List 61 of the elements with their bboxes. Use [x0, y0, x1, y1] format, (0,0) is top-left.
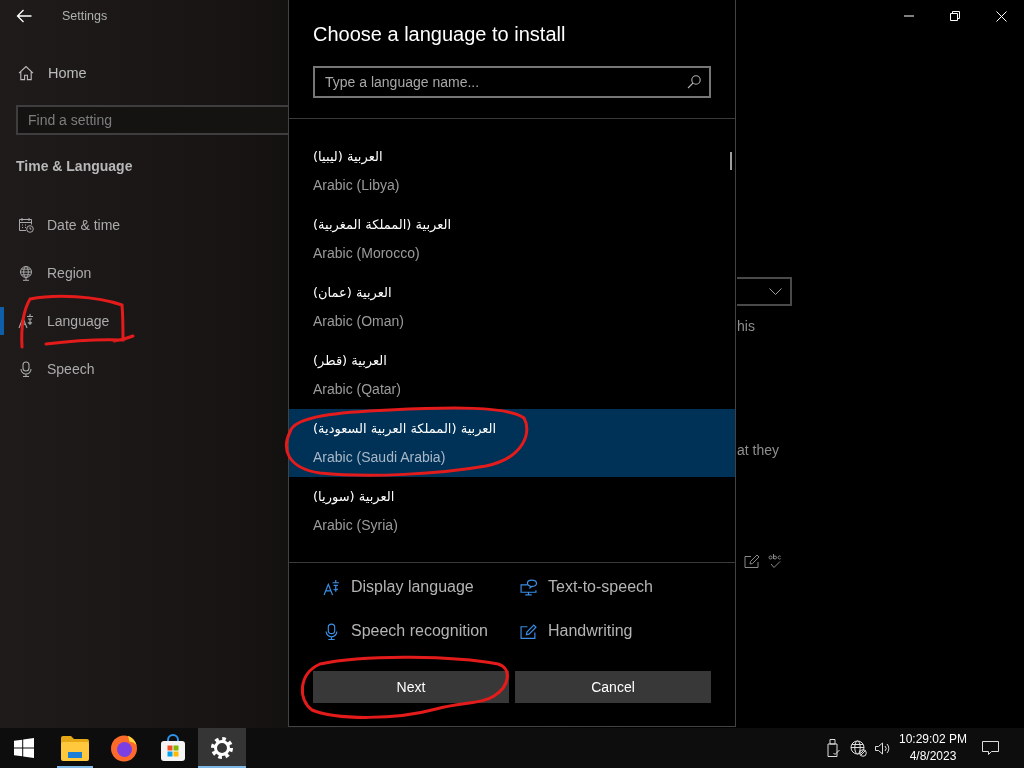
speaker-icon[interactable]	[875, 740, 890, 756]
monitor-speech-icon	[520, 578, 537, 596]
english-name: Arabic (Saudi Arabia)	[313, 448, 446, 467]
language-icon	[323, 578, 340, 596]
native-name: العربية (ليبيا)	[313, 148, 383, 167]
feature-label: Handwriting	[548, 622, 633, 640]
native-name: العربية (المملكة المغربية)	[313, 216, 452, 235]
restore-icon	[950, 11, 960, 21]
next-button[interactable]: Next	[313, 671, 509, 703]
language-icon	[18, 313, 34, 329]
calendar-clock-icon	[18, 217, 34, 233]
gear-icon	[210, 736, 234, 760]
microphone-icon	[323, 622, 340, 640]
minimize-icon	[904, 15, 914, 17]
search-field[interactable]: Find a setting	[16, 105, 288, 135]
dialog-title: Choose a language to install	[313, 22, 567, 46]
network-globe-icon[interactable]	[850, 739, 867, 757]
home-icon	[18, 65, 34, 81]
description-text: his	[737, 317, 755, 335]
nav-item[interactable]: Region	[0, 249, 102, 297]
window-title: Settings	[62, 9, 108, 23]
english-name: Arabic (Libya)	[313, 176, 400, 195]
native-name: العربية (عمان)	[313, 284, 392, 303]
search-icon	[687, 75, 701, 89]
spellcheck-icon	[768, 553, 783, 569]
cancel-button[interactable]: Cancel	[515, 671, 711, 703]
nav-item[interactable]: Speech	[0, 345, 105, 393]
pen-box-icon	[520, 623, 537, 639]
home-link[interactable]: Home	[0, 49, 97, 97]
microphone-icon	[18, 361, 34, 377]
flame-globe-icon	[110, 734, 138, 762]
globe-icon	[18, 265, 34, 281]
clock-date[interactable]: 4/8/2023	[909, 748, 957, 765]
scrollbar-thumb[interactable]	[730, 152, 732, 170]
message-bubble-icon[interactable]	[982, 740, 999, 756]
feature-label: Speech recognition	[351, 622, 488, 640]
shopping-bag-icon	[159, 734, 187, 762]
english-name: Arabic (Morocco)	[313, 244, 420, 263]
section-title: Time & Language	[16, 157, 133, 176]
close-icon	[995, 10, 1007, 22]
description-text: at they	[737, 441, 780, 459]
english-name: Arabic (Oman)	[313, 312, 405, 331]
search-field[interactable]: Type a language name...	[313, 66, 711, 98]
start-icon	[14, 738, 34, 758]
chevron-down-icon	[769, 288, 782, 295]
native-name: العربية (المملكة العربية السعودية)	[313, 420, 497, 439]
back-arrow-icon	[16, 9, 32, 23]
english-name: Arabic (Syria)	[313, 516, 398, 535]
taskbar-button[interactable]	[198, 728, 246, 768]
nav-item[interactable]: Language	[0, 297, 120, 345]
folder-icon	[60, 735, 90, 761]
native-name: العربية (سوريا)	[313, 488, 395, 507]
usb-drive-icon[interactable]	[827, 739, 840, 757]
feature-label: Text-to-speech	[548, 578, 653, 596]
pen-box-icon	[744, 554, 760, 568]
clock-time[interactable]: 10:29:02 PM	[898, 731, 967, 748]
feature-label: Display language	[351, 578, 474, 596]
english-name: Arabic (Qatar)	[313, 380, 401, 399]
nav-item[interactable]: Date & time	[0, 201, 131, 249]
dropdown-field[interactable]	[737, 277, 792, 306]
native-name: العربية (قطر)	[313, 352, 387, 371]
